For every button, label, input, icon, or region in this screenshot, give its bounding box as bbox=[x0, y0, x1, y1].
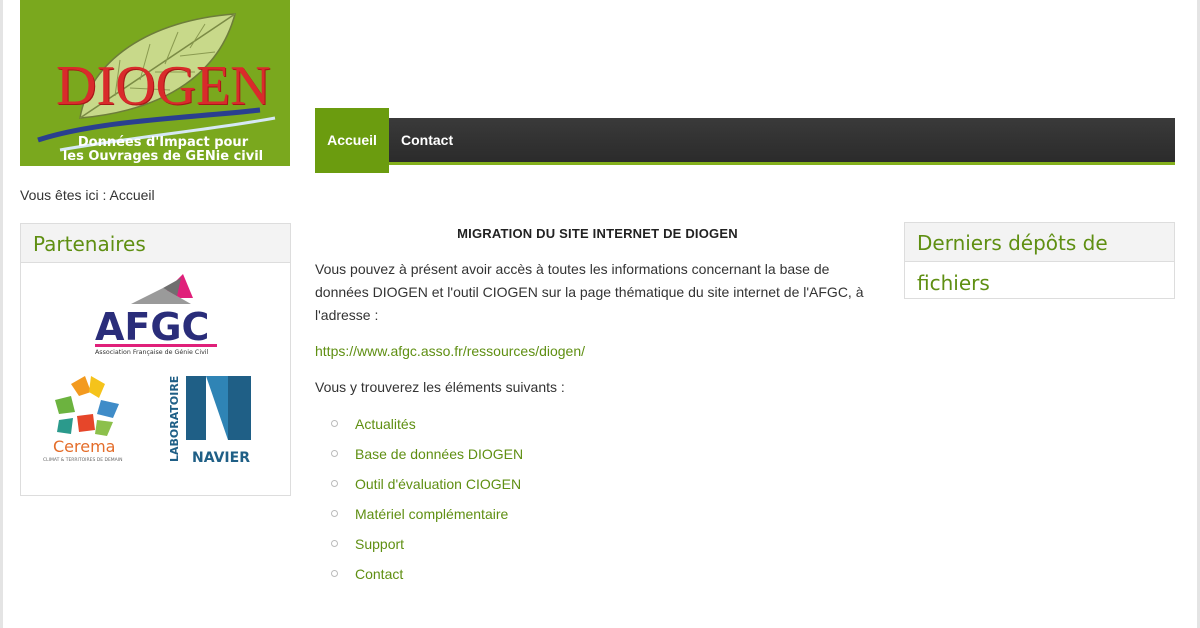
svg-text:Association Française de Génie: Association Française de Génie Civil bbox=[95, 348, 209, 356]
svg-text:AFGC: AFGC bbox=[95, 305, 209, 349]
list-item-label: Actualités bbox=[355, 416, 416, 432]
list-item-label: Contact bbox=[355, 566, 404, 582]
bullet-icon bbox=[331, 570, 338, 577]
latest-files-panel-title: Derniers dépôts de fichiers bbox=[905, 223, 1174, 295]
afgc-logo[interactable]: AFGC Association Française de Génie Civi… bbox=[91, 274, 221, 364]
svg-text:Cerema: Cerema bbox=[53, 437, 115, 456]
site-logo[interactable]: DIOGEN Données d'Impact pour les Ouvrage… bbox=[20, 0, 290, 166]
list-item-label: Matériel complémentaire bbox=[355, 506, 509, 522]
logo-title: DIOGEN bbox=[56, 55, 271, 117]
list-intro: Vous y trouverez les éléments suivants : bbox=[315, 379, 565, 395]
svg-text:CLIMAT & TERRITOIRES DE DEMAIN: CLIMAT & TERRITOIRES DE DEMAIN bbox=[43, 457, 122, 463]
intro-line-2: données DIOGEN et l'outil CIOGEN sur la … bbox=[315, 284, 864, 300]
list-item-label: Support bbox=[355, 536, 405, 552]
intro-line-3: l'adresse : bbox=[315, 307, 379, 323]
nav-item-contact[interactable]: Contact bbox=[401, 118, 453, 162]
bullet-icon bbox=[331, 450, 338, 457]
breadcrumb: Vous êtes ici : Accueil bbox=[20, 187, 155, 203]
bullet-icon bbox=[331, 540, 338, 547]
latest-files-panel: Derniers dépôts de fichiers bbox=[904, 222, 1175, 299]
main-navigation: Contact bbox=[315, 118, 1175, 165]
bullet-icon bbox=[331, 420, 338, 427]
bullet-icon bbox=[331, 510, 338, 517]
intro-line-1: Vous pouvez à présent avoir accès à tout… bbox=[315, 261, 830, 277]
partners-panel-title: Partenaires bbox=[21, 224, 290, 263]
intro-paragraph: Vous pouvez à présent avoir accès à tout… bbox=[315, 258, 880, 327]
cerema-logo[interactable]: Cerema CLIMAT & TERRITOIRES DE DEMAIN bbox=[41, 374, 141, 469]
page-left-border bbox=[0, 0, 3, 628]
partners-panel: Partenaires AFGC Association Française d… bbox=[20, 223, 291, 496]
bullet-icon bbox=[331, 480, 338, 487]
logo-subtitle-line-1: Données d'Impact pour bbox=[77, 135, 249, 150]
svg-text:LABORATOIRE: LABORATOIRE bbox=[168, 376, 181, 462]
nav-item-accueil[interactable]: Accueil bbox=[315, 108, 389, 173]
logo-subtitle: Données d'Impact pour les Ouvrages de GE… bbox=[38, 136, 288, 164]
svg-text:NAVIER: NAVIER bbox=[192, 450, 250, 466]
afgc-link[interactable]: https://www.afgc.asso.fr/ressources/diog… bbox=[315, 343, 585, 359]
navier-logo[interactable]: LABORATOIRE NAVIER bbox=[166, 374, 256, 474]
list-item-label: Outil d'évaluation CIOGEN bbox=[355, 476, 522, 492]
page-title: MIGRATION DU SITE INTERNET DE DIOGEN bbox=[457, 226, 738, 241]
list-item-label: Base de données DIOGEN bbox=[355, 446, 524, 462]
logo-subtitle-line-2: les Ouvrages de GENie civil bbox=[62, 149, 264, 164]
